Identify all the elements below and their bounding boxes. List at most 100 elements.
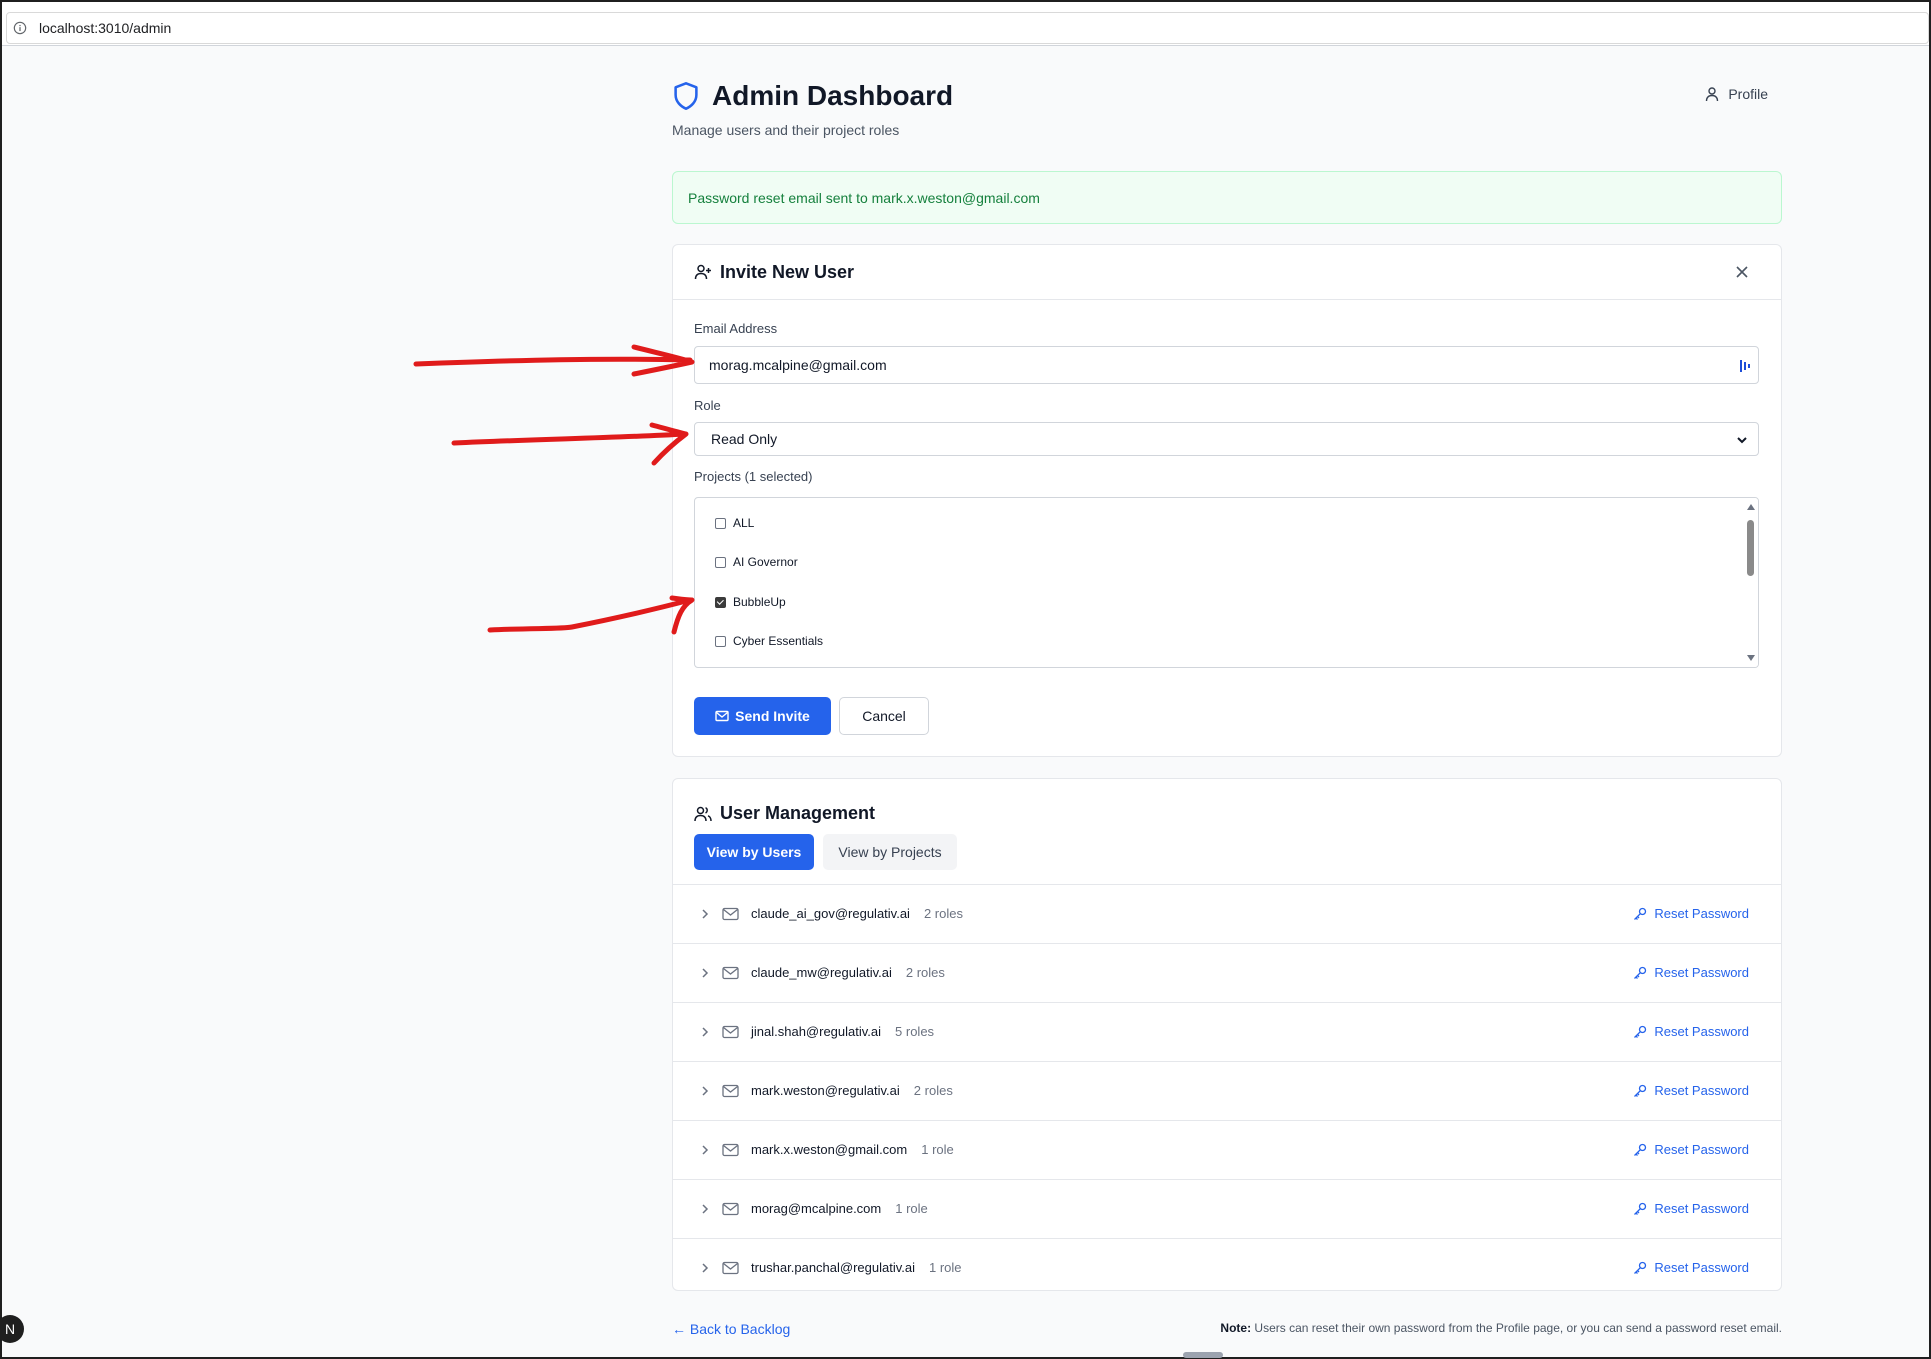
- project-name: BubbleUp: [733, 595, 786, 609]
- info-icon[interactable]: [13, 21, 27, 35]
- role-label: Role: [694, 398, 721, 413]
- role-value: Read Only: [711, 431, 778, 447]
- send-invite-label: Send Invite: [735, 708, 810, 724]
- user-row[interactable]: jinal.shah@regulativ.ai 5 roles Reset Pas…: [673, 1002, 1781, 1061]
- project-item-cyber-essentials[interactable]: Cyber Essentials: [715, 634, 823, 648]
- send-invite-button[interactable]: Send Invite: [694, 697, 831, 735]
- chevron-right-icon[interactable]: [700, 1203, 710, 1215]
- project-name: ALL: [733, 516, 755, 530]
- project-checkbox[interactable]: [715, 596, 726, 608]
- chevron-right-icon[interactable]: [700, 1144, 710, 1156]
- role-select[interactable]: Read Only: [694, 422, 1759, 456]
- reset-password-label: Reset Password: [1654, 906, 1749, 921]
- user-row[interactable]: trushar.panchal@regulativ.ai 1 role Reset…: [673, 1238, 1781, 1297]
- key-icon: [1634, 1261, 1647, 1274]
- reset-password-button[interactable]: Reset Password: [1633, 965, 1749, 980]
- title-row: Admin Dashboard: [672, 80, 953, 112]
- user-roles-count: 1 role: [895, 1201, 928, 1216]
- user-email-text: mark.x.weston@gmail.com: [751, 1142, 908, 1157]
- user-roles-count: 2 roles: [923, 906, 963, 921]
- user-row[interactable]: mark.x.weston@gmail.com 1 role Reset Pass…: [673, 1120, 1781, 1179]
- user-roles-count: 5 roles: [895, 1024, 935, 1039]
- user-roles-count: 1 role: [929, 1260, 962, 1275]
- reset-password-button[interactable]: Reset Password: [1633, 1142, 1749, 1157]
- key-icon: [1634, 1025, 1647, 1038]
- back-to-backlog-link[interactable]: ← Back to Backlog: [672, 1321, 790, 1337]
- scroll-down-arrow[interactable]: [1747, 655, 1755, 661]
- key-icon: [1634, 1202, 1647, 1215]
- mail-icon: [715, 710, 729, 722]
- annotation-arrow-project: [487, 595, 695, 635]
- shield-icon: [674, 82, 698, 110]
- reset-password-button[interactable]: Reset Password: [1633, 1024, 1749, 1039]
- user-plus-icon: [694, 264, 711, 280]
- chevron-right-icon[interactable]: [700, 1085, 710, 1097]
- profile-button[interactable]: Profile: [1704, 86, 1768, 102]
- projects-list[interactable]: ALL AI Governor BubbleUp Cyber Essential…: [694, 497, 1759, 668]
- mail-icon: [722, 1084, 739, 1098]
- scroll-up-arrow[interactable]: [1747, 504, 1755, 510]
- url-field[interactable]: localhost:3010/admin: [6, 12, 1929, 44]
- chevron-down-icon: [1737, 437, 1747, 444]
- user-email: jinal.shah@regulativ.ai 5 roles: [751, 1024, 934, 1039]
- project-checkbox[interactable]: [715, 556, 726, 568]
- user-email: claude_mw@regulativ.ai 2 roles: [751, 965, 945, 980]
- user-roles-count: 2 roles: [913, 1083, 953, 1098]
- mail-icon: [722, 1143, 739, 1157]
- chevron-right-icon[interactable]: [700, 1262, 710, 1274]
- scroll-thumb[interactable]: [1747, 520, 1754, 576]
- user-email: mark.weston@regulativ.ai 2 roles: [751, 1083, 953, 1098]
- page-title: Admin Dashboard: [712, 80, 954, 111]
- email-field[interactable]: morag.mcalpine@gmail.com: [694, 346, 1759, 384]
- project-name: AI Governor: [733, 555, 798, 569]
- user-management-title: User Management: [720, 803, 876, 823]
- user-row[interactable]: mark.weston@regulativ.ai 2 roles Reset Pa…: [673, 1061, 1781, 1120]
- reset-password-label: Reset Password: [1654, 1083, 1749, 1098]
- footer-note: Note: Users can reset their own password…: [1220, 1321, 1782, 1335]
- project-checkbox[interactable]: [715, 635, 726, 647]
- mail-icon: [722, 907, 739, 921]
- user-email-text: claude_ai_gov@regulativ.ai: [751, 906, 910, 921]
- user-row[interactable]: claude_ai_gov@regulativ.ai 2 roles Reset …: [673, 884, 1781, 943]
- user-icon: [1706, 87, 1719, 102]
- user-roles-count: 1 role: [921, 1142, 954, 1157]
- key-icon: [1634, 966, 1647, 979]
- reset-password-button[interactable]: Reset Password: [1633, 1083, 1749, 1098]
- invite-card-header: Invite New User: [673, 245, 1781, 300]
- tab-view-by-projects[interactable]: View by Projects: [823, 834, 957, 870]
- close-icon[interactable]: [1733, 263, 1751, 281]
- framework-badge[interactable]: N: [0, 1315, 24, 1343]
- user-management-card: User Management View by Users View by Pr…: [672, 778, 1782, 1291]
- user-email-text: morag@mcalpine.com: [751, 1201, 882, 1216]
- main-content: Admin Dashboard Manage users and their p…: [672, 46, 1782, 1337]
- user-row[interactable]: claude_mw@regulativ.ai 2 roles Reset Pass…: [673, 943, 1781, 1002]
- reset-password-button[interactable]: Reset Password: [1633, 1201, 1749, 1216]
- key-icon: [1634, 1143, 1647, 1156]
- annotation-arrow-email: [413, 344, 695, 377]
- autofill-icon[interactable]: [1740, 359, 1750, 373]
- projects-scrollbar[interactable]: [1744, 498, 1758, 667]
- project-checkbox[interactable]: [715, 517, 726, 529]
- reset-password-label: Reset Password: [1654, 1201, 1749, 1216]
- reset-password-button[interactable]: Reset Password: [1633, 906, 1749, 921]
- cancel-button[interactable]: Cancel: [839, 697, 929, 735]
- project-item-ai-governor[interactable]: AI Governor: [715, 555, 798, 569]
- chevron-right-icon[interactable]: [700, 967, 710, 979]
- chevron-right-icon[interactable]: [700, 908, 710, 920]
- project-item-all[interactable]: ALL: [715, 516, 754, 530]
- page-scroll-handle[interactable]: [1183, 1352, 1223, 1358]
- reset-password-button[interactable]: Reset Password: [1633, 1260, 1749, 1275]
- reset-password-label: Reset Password: [1654, 965, 1749, 980]
- chevron-right-icon[interactable]: [700, 1026, 710, 1038]
- success-alert: Password reset email sent to mark.x.west…: [672, 171, 1782, 224]
- tab-view-by-users[interactable]: View by Users: [694, 834, 814, 870]
- mail-icon: [722, 1202, 739, 1216]
- email-label: Email Address: [694, 321, 778, 336]
- note-text: Users can reset their own password from …: [1251, 1321, 1782, 1335]
- user-row[interactable]: morag@mcalpine.com 1 role Reset Password: [673, 1179, 1781, 1238]
- mail-icon: [722, 966, 739, 980]
- project-item-bubbleup[interactable]: BubbleUp: [715, 595, 786, 609]
- key-icon: [1634, 1084, 1647, 1097]
- invite-user-card: Invite New User Email Address morag.mcal…: [672, 244, 1782, 757]
- reset-password-label: Reset Password: [1654, 1142, 1749, 1157]
